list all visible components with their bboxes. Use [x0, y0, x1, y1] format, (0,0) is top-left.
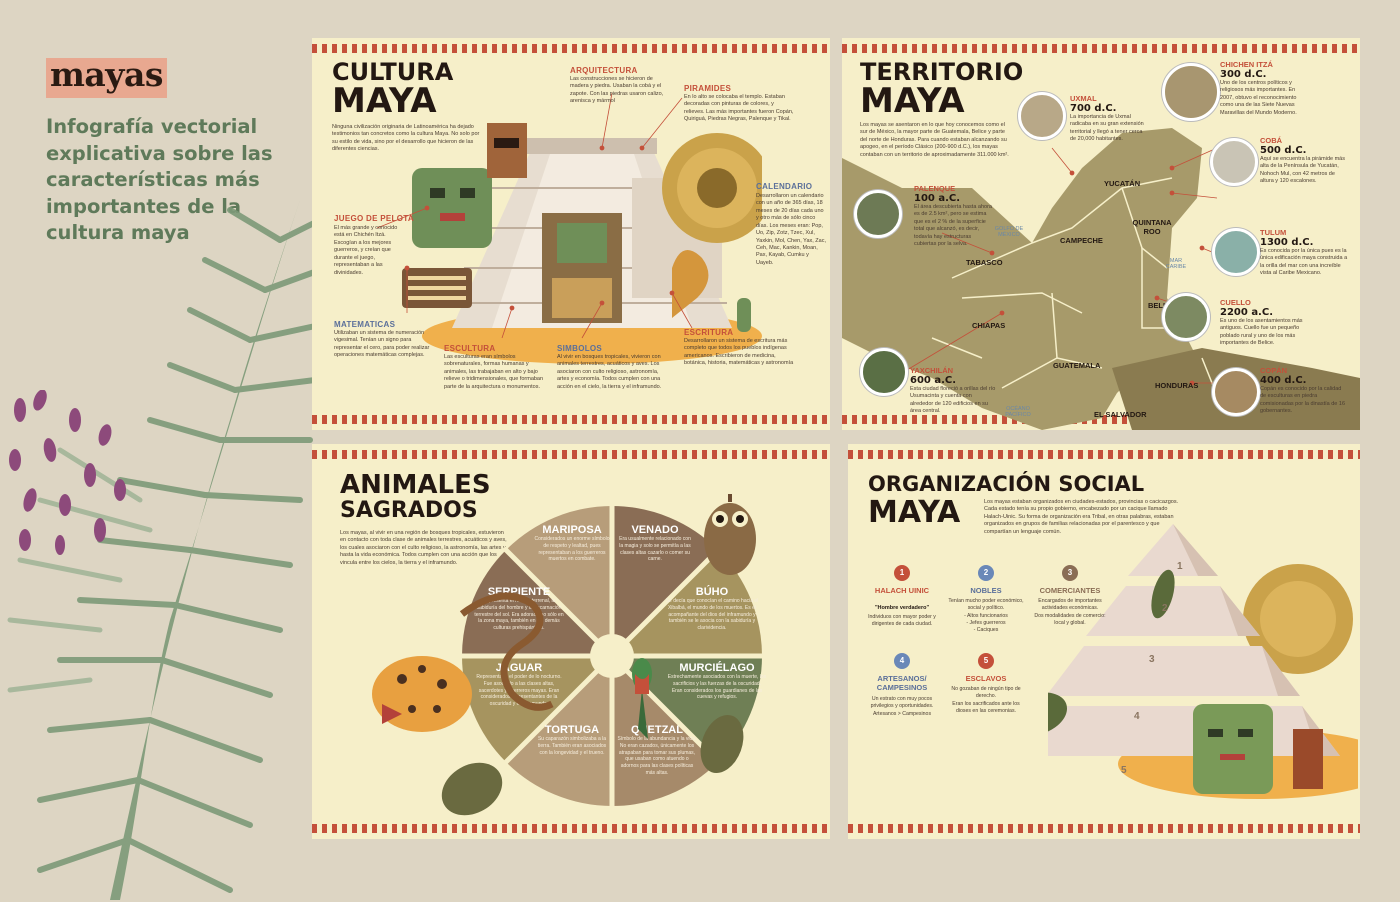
- organizacion-title-line1: ORGANIZACIÓN SOCIAL: [868, 472, 1145, 496]
- group-sub-halach-uinic: "Hombre verdadero": [874, 605, 930, 611]
- text-piramides: En lo alto se colocaba el templo. Estaba…: [684, 94, 794, 123]
- region-yucatan: YUCATÁN: [1104, 179, 1141, 188]
- group-name-artesanos: ARTESANOS/ CAMPESINOS: [876, 674, 928, 692]
- group-text-artesanos: Un estrato con muy pocos privilegios y o…: [870, 696, 934, 717]
- label-escritura: ESCRITURA: [684, 328, 734, 337]
- pyramid-level-4: 4: [1134, 711, 1140, 722]
- label-arquitectura: ARQUITECTURA: [570, 66, 638, 75]
- text-arquitectura: Las construcciones se hicieron de madera…: [570, 76, 664, 105]
- panel-animales-sagrados: ANIMALES SAGRADOS Los mayas, al vivir en…: [312, 444, 830, 839]
- group-text-comerciantes: Encargados de importantes actividades ec…: [1034, 598, 1106, 626]
- label-piramides: PIRAMIDES: [684, 84, 732, 93]
- region-guatemala: GUATEMALA: [1053, 361, 1101, 370]
- photo-palenque: [854, 190, 902, 238]
- organizacion-title-line2: MAYA: [868, 495, 961, 530]
- region-tabasco: TABASCO: [966, 258, 1003, 267]
- label-escultura: ESCULTURA: [444, 344, 496, 353]
- group-number-2: 2: [978, 565, 994, 581]
- site-coba: COBÁ 500 d.C. Aquí se encuentra la pirám…: [1260, 136, 1345, 185]
- group-text-halach-uinic: Individuos con mayor poder y dirigentes …: [868, 614, 936, 628]
- photo-chichen-itza: [1162, 63, 1220, 121]
- text-simbolos: Al vivir en bosques tropicales, vivieron…: [557, 354, 662, 390]
- label-simbolos: SIMBOLOS: [557, 344, 603, 353]
- region-el-salvador: EL SALVADOR: [1094, 410, 1147, 419]
- pyramid-level-5: 5: [1121, 765, 1127, 776]
- group-text-nobles: Tenían mucho poder económico, social y p…: [948, 598, 1024, 634]
- group-name-nobles: NOBLES: [970, 586, 1002, 595]
- label-calendario: CALENDARIO: [756, 182, 813, 191]
- group-name-comerciantes: COMERCIANTES: [1039, 586, 1101, 595]
- pyramid-level-1: 1: [1177, 561, 1183, 572]
- group-number-4: 4: [894, 653, 910, 669]
- group-number-1: 1: [894, 565, 910, 581]
- group-name-esclavos: ESCLAVOS: [965, 674, 1007, 683]
- sea-mar-caribe: MAR CARIBE: [1165, 258, 1187, 270]
- photo-cuello: [1162, 293, 1210, 341]
- region-chiapas: CHIAPAS: [972, 321, 1006, 330]
- text-escritura: Desarrollaron un sistema de escritura má…: [684, 338, 794, 367]
- site-tulum: TULUM 1300 d.C. Es conocida por la única…: [1260, 228, 1348, 277]
- text-matematicas: Utilizaban un sistema de numeración vige…: [334, 330, 430, 359]
- label-matematicas: MATEMATICAS: [334, 320, 396, 329]
- logo: mayas: [46, 58, 167, 98]
- photo-yaxchilan: [860, 348, 908, 396]
- group-number-5: 5: [978, 653, 994, 669]
- pyramid-level-2: 2: [1162, 603, 1168, 614]
- group-number-3: 3: [1062, 565, 1078, 581]
- text-juego-de-pelota: El más grande y conocido está en Chichén…: [334, 225, 398, 276]
- site-palenque: PALENQUE 100 a.C. El área descubierta ha…: [914, 184, 992, 248]
- region-campeche: CAMPECHE: [1060, 236, 1103, 245]
- photo-tulum: [1212, 228, 1260, 276]
- region-quintana-roo: QUINTANA ROO: [1132, 218, 1172, 236]
- berries-decoration: [9, 390, 126, 555]
- animals-decoration: [372, 494, 756, 816]
- site-uxmal: UXMAL 700 d.C. La importancia de Uxmal r…: [1070, 94, 1144, 143]
- label-juego-de-pelota: JUEGO DE PELOTA: [334, 214, 414, 223]
- group-name-halach-uinic: HALACH UINIC: [874, 586, 930, 595]
- group-text-esclavos: No gozaban de ningún tipo de derecho. Er…: [951, 686, 1021, 714]
- text-calendario: Desarrollaron un calendario con un año d…: [756, 193, 827, 266]
- panel-cultura-maya: CULTURA MAYA Ninguna civilización origin…: [312, 38, 830, 430]
- site-cuello: CUELLO 2200 a.C. Es uno de los asentamie…: [1220, 298, 1303, 347]
- text-escultura: Las esculturas eran símbolos sobrenatura…: [444, 354, 544, 390]
- sea-oceano-pacifico: OCÉANO PACÍFICO: [1005, 406, 1031, 418]
- site-yaxchilan: YAXCHILÁN 600 a.C. Esta ciudad floreció …: [910, 366, 996, 415]
- photo-coba: [1210, 138, 1258, 186]
- panel-organizacion-social: ORGANIZACIÓN SOCIAL MAYA Los mayas estab…: [848, 444, 1360, 839]
- site-copan: COPÁN 400 d.C. Copán es conocido por la …: [1260, 366, 1345, 415]
- photo-uxmal: [1018, 92, 1066, 140]
- region-honduras: HONDURAS: [1155, 381, 1199, 390]
- social-pyramid: [1048, 524, 1358, 799]
- site-chichen-itza: CHICHEN ITZÁ 300 d.C. Uno de los centros…: [1220, 60, 1297, 116]
- photo-copan: [1212, 368, 1260, 416]
- pyramid-level-3: 3: [1149, 654, 1155, 665]
- panel-territorio-maya: TERRITORIO MAYA Los mayas se asentaron e…: [842, 38, 1360, 430]
